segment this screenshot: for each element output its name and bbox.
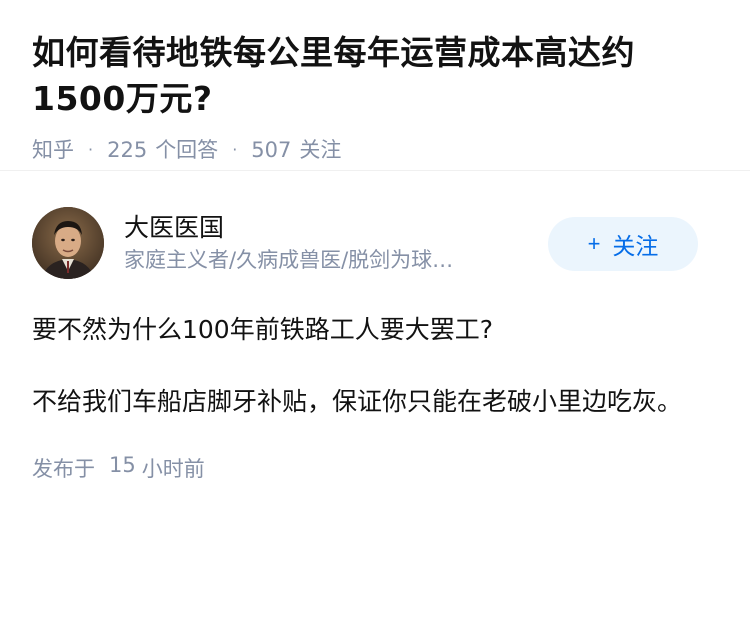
answer-count-label[interactable]: 个回答	[155, 136, 218, 164]
author-info: 大医医国 家庭主义者/久病成兽医/脱剑为球…	[124, 211, 534, 275]
source-label[interactable]: 知乎	[32, 136, 74, 164]
avatar-image	[32, 207, 104, 279]
time-prefix: 发布于	[32, 457, 95, 481]
question-meta: 知乎 · 225 个回答 · 507 关注	[32, 136, 718, 164]
answer-count[interactable]: 225	[107, 136, 147, 164]
plus-icon: +	[587, 231, 601, 256]
follow-button[interactable]: + 关注	[548, 217, 698, 271]
question-header: 如何看待地铁每公里每年运营成本高达约1500万元? 知乎 · 225 个回答 ·…	[0, 0, 750, 171]
answer-paragraph: 要不然为什么100年前铁路工人要大罢工?	[32, 315, 493, 344]
avatar[interactable]	[32, 207, 104, 279]
meta-separator: ·	[88, 140, 94, 159]
follower-count-label[interactable]: 关注	[299, 136, 341, 164]
author-bio: 家庭主义者/久病成兽医/脱剑为球…	[124, 248, 454, 272]
question-title[interactable]: 如何看待地铁每公里每年运营成本高达约1500万元?	[32, 30, 718, 122]
meta-separator: ·	[232, 140, 238, 159]
time-value: 15	[109, 453, 136, 477]
author-name[interactable]: 大医医国	[124, 211, 534, 245]
answer-content[interactable]: 要不然为什么100年前铁路工人要大罢工? 不给我们车船店脚牙补贴，保证你只能在老…	[32, 309, 718, 423]
follow-button-label: 关注	[612, 233, 659, 259]
follower-count[interactable]: 507	[251, 136, 291, 164]
answer-timestamp: 发布于 15 小时前	[32, 453, 718, 483]
author-row: 大医医国 家庭主义者/久病成兽医/脱剑为球… + 关注	[32, 207, 718, 279]
answer-card: 大医医国 家庭主义者/久病成兽医/脱剑为球… + 关注 要不然为什么100年前铁…	[0, 171, 750, 483]
answer-paragraph: 不给我们车船店脚牙补贴，保证你只能在老破小里边吃灰。	[32, 387, 683, 416]
time-unit: 小时前	[141, 457, 205, 481]
